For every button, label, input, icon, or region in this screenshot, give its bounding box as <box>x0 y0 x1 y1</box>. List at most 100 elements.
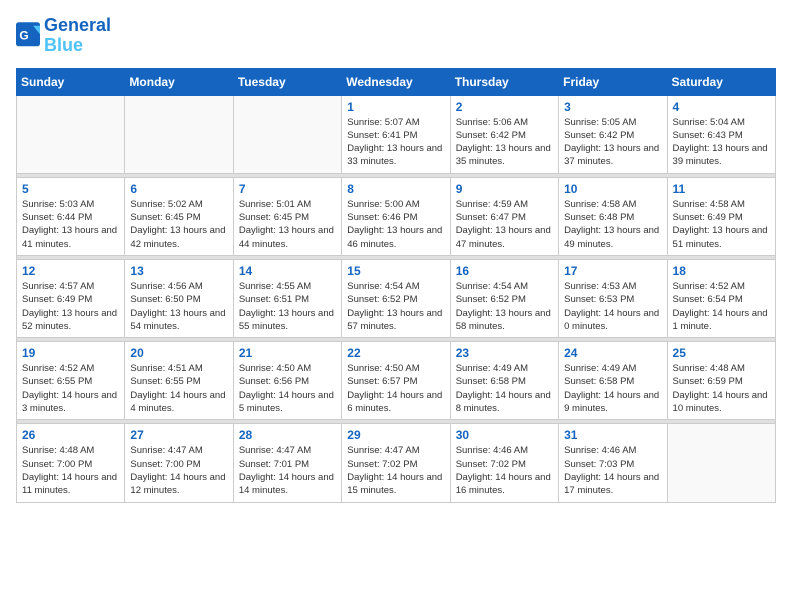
day-info: Sunrise: 5:04 AMSunset: 6:43 PMDaylight:… <box>673 116 770 169</box>
svg-text:G: G <box>19 28 28 42</box>
week-row: 1 Sunrise: 5:07 AMSunset: 6:41 PMDaylight… <box>17 95 776 173</box>
day-number: 9 <box>456 182 553 196</box>
calendar-cell: 22 Sunrise: 4:50 AMSunset: 6:57 PMDayligh… <box>342 342 450 420</box>
day-number: 7 <box>239 182 336 196</box>
day-of-week-header: Sunday <box>17 68 125 95</box>
day-info: Sunrise: 4:46 AMSunset: 7:03 PMDaylight:… <box>564 444 661 497</box>
calendar-cell: 17Sunrise: 4:53 AMSunset: 6:53 PMDayligh… <box>559 259 667 337</box>
day-info: Sunrise: 4:48 AMSunset: 6:59 PMDaylight:… <box>673 362 770 415</box>
day-info: Sunrise: 5:02 AMSunset: 6:45 PMDaylight:… <box>130 198 227 251</box>
day-info: Sunrise: 4:56 AMSunset: 6:50 PMDaylight:… <box>130 280 227 333</box>
calendar-cell: 4 Sunrise: 5:04 AMSunset: 6:43 PMDaylight… <box>667 95 775 173</box>
day-info: Sunrise: 4:46 AMSunset: 7:02 PMDaylight:… <box>456 444 553 497</box>
day-info: Sunrise: 5:05 AMSunset: 6:42 PMDaylight:… <box>564 116 661 169</box>
day-info: Sunrise: 5:03 AMSunset: 6:44 PMDaylight:… <box>22 198 119 251</box>
day-info: Sunrise: 4:50 AMSunset: 6:56 PMDaylight:… <box>239 362 336 415</box>
calendar-cell: 6 Sunrise: 5:02 AMSunset: 6:45 PMDaylight… <box>125 177 233 255</box>
calendar-cell: 11 Sunrise: 4:58 AMSunset: 6:49 PMDayligh… <box>667 177 775 255</box>
calendar-cell <box>125 95 233 173</box>
day-info: Sunrise: 4:47 AMSunset: 7:00 PMDaylight:… <box>130 444 227 497</box>
calendar-cell: 20 Sunrise: 4:51 AMSunset: 6:55 PMDayligh… <box>125 342 233 420</box>
day-of-week-header: Tuesday <box>233 68 341 95</box>
day-number: 25 <box>673 346 770 360</box>
calendar-cell: 1 Sunrise: 5:07 AMSunset: 6:41 PMDaylight… <box>342 95 450 173</box>
calendar-cell: 9Sunrise: 4:59 AMSunset: 6:47 PMDaylight… <box>450 177 558 255</box>
day-number: 14 <box>239 264 336 278</box>
day-number: 5 <box>22 182 119 196</box>
calendar-cell: 18Sunrise: 4:52 AMSunset: 6:54 PMDayligh… <box>667 259 775 337</box>
day-info: Sunrise: 5:01 AMSunset: 6:45 PMDaylight:… <box>239 198 336 251</box>
day-of-week-header: Thursday <box>450 68 558 95</box>
day-info: Sunrise: 5:00 AMSunset: 6:46 PMDaylight:… <box>347 198 444 251</box>
day-number: 17 <box>564 264 661 278</box>
logo-text: General Blue <box>44 16 111 56</box>
calendar-cell: 2 Sunrise: 5:06 AMSunset: 6:42 PMDaylight… <box>450 95 558 173</box>
day-info: Sunrise: 4:49 AMSunset: 6:58 PMDaylight:… <box>456 362 553 415</box>
calendar-cell: 26 Sunrise: 4:48 AMSunset: 7:00 PMDayligh… <box>17 424 125 502</box>
calendar-cell: 15 Sunrise: 4:54 AMSunset: 6:52 PMDayligh… <box>342 259 450 337</box>
calendar-cell: 23 Sunrise: 4:49 AMSunset: 6:58 PMDayligh… <box>450 342 558 420</box>
calendar-cell <box>17 95 125 173</box>
day-number: 4 <box>673 100 770 114</box>
day-info: Sunrise: 4:51 AMSunset: 6:55 PMDaylight:… <box>130 362 227 415</box>
logo: G General Blue <box>16 16 111 56</box>
calendar-cell: 29Sunrise: 4:47 AMSunset: 7:02 PMDayligh… <box>342 424 450 502</box>
day-number: 3 <box>564 100 661 114</box>
day-info: Sunrise: 5:07 AMSunset: 6:41 PMDaylight:… <box>347 116 444 169</box>
day-info: Sunrise: 5:06 AMSunset: 6:42 PMDaylight:… <box>456 116 553 169</box>
day-info: Sunrise: 4:47 AMSunset: 7:02 PMDaylight:… <box>347 444 444 497</box>
day-number: 24 <box>564 346 661 360</box>
calendar-cell: 31Sunrise: 4:46 AMSunset: 7:03 PMDayligh… <box>559 424 667 502</box>
calendar-cell: 5 Sunrise: 5:03 AMSunset: 6:44 PMDaylight… <box>17 177 125 255</box>
day-of-week-header: Friday <box>559 68 667 95</box>
calendar-cell: 7 Sunrise: 5:01 AMSunset: 6:45 PMDaylight… <box>233 177 341 255</box>
day-info: Sunrise: 4:55 AMSunset: 6:51 PMDaylight:… <box>239 280 336 333</box>
day-number: 1 <box>347 100 444 114</box>
calendar-cell: 25 Sunrise: 4:48 AMSunset: 6:59 PMDayligh… <box>667 342 775 420</box>
calendar-cell: 21 Sunrise: 4:50 AMSunset: 6:56 PMDayligh… <box>233 342 341 420</box>
week-row: 5 Sunrise: 5:03 AMSunset: 6:44 PMDaylight… <box>17 177 776 255</box>
day-number: 21 <box>239 346 336 360</box>
day-info: Sunrise: 4:58 AMSunset: 6:49 PMDaylight:… <box>673 198 770 251</box>
day-number: 6 <box>130 182 227 196</box>
day-number: 26 <box>22 428 119 442</box>
day-number: 27 <box>130 428 227 442</box>
day-number: 22 <box>347 346 444 360</box>
day-number: 11 <box>673 182 770 196</box>
calendar-cell: 13Sunrise: 4:56 AMSunset: 6:50 PMDayligh… <box>125 259 233 337</box>
calendar-cell: 16 Sunrise: 4:54 AMSunset: 6:52 PMDayligh… <box>450 259 558 337</box>
day-info: Sunrise: 4:54 AMSunset: 6:52 PMDaylight:… <box>456 280 553 333</box>
calendar-cell: 24Sunrise: 4:49 AMSunset: 6:58 PMDayligh… <box>559 342 667 420</box>
day-number: 12 <box>22 264 119 278</box>
day-info: Sunrise: 4:48 AMSunset: 7:00 PMDaylight:… <box>22 444 119 497</box>
calendar-cell: 10 Sunrise: 4:58 AMSunset: 6:48 PMDayligh… <box>559 177 667 255</box>
day-info: Sunrise: 4:52 AMSunset: 6:55 PMDaylight:… <box>22 362 119 415</box>
calendar-cell: 12 Sunrise: 4:57 AMSunset: 6:49 PMDayligh… <box>17 259 125 337</box>
day-number: 28 <box>239 428 336 442</box>
day-info: Sunrise: 4:52 AMSunset: 6:54 PMDaylight:… <box>673 280 770 333</box>
day-number: 15 <box>347 264 444 278</box>
day-number: 23 <box>456 346 553 360</box>
day-info: Sunrise: 4:58 AMSunset: 6:48 PMDaylight:… <box>564 198 661 251</box>
calendar-cell: 28 Sunrise: 4:47 AMSunset: 7:01 PMDayligh… <box>233 424 341 502</box>
calendar-table: SundayMondayTuesdayWednesdayThursdayFrid… <box>16 68 776 503</box>
day-number: 8 <box>347 182 444 196</box>
day-number: 10 <box>564 182 661 196</box>
calendar-cell: 19 Sunrise: 4:52 AMSunset: 6:55 PMDayligh… <box>17 342 125 420</box>
day-of-week-header: Wednesday <box>342 68 450 95</box>
day-info: Sunrise: 4:57 AMSunset: 6:49 PMDaylight:… <box>22 280 119 333</box>
day-number: 20 <box>130 346 227 360</box>
day-info: Sunrise: 4:54 AMSunset: 6:52 PMDaylight:… <box>347 280 444 333</box>
day-number: 2 <box>456 100 553 114</box>
day-number: 19 <box>22 346 119 360</box>
week-row: 26 Sunrise: 4:48 AMSunset: 7:00 PMDayligh… <box>17 424 776 502</box>
day-info: Sunrise: 4:47 AMSunset: 7:01 PMDaylight:… <box>239 444 336 497</box>
calendar-cell: 27 Sunrise: 4:47 AMSunset: 7:00 PMDayligh… <box>125 424 233 502</box>
day-info: Sunrise: 4:50 AMSunset: 6:57 PMDaylight:… <box>347 362 444 415</box>
day-number: 16 <box>456 264 553 278</box>
calendar-cell <box>233 95 341 173</box>
calendar-cell: 8 Sunrise: 5:00 AMSunset: 6:46 PMDaylight… <box>342 177 450 255</box>
calendar-header-row: SundayMondayTuesdayWednesdayThursdayFrid… <box>17 68 776 95</box>
day-of-week-header: Monday <box>125 68 233 95</box>
day-number: 30 <box>456 428 553 442</box>
